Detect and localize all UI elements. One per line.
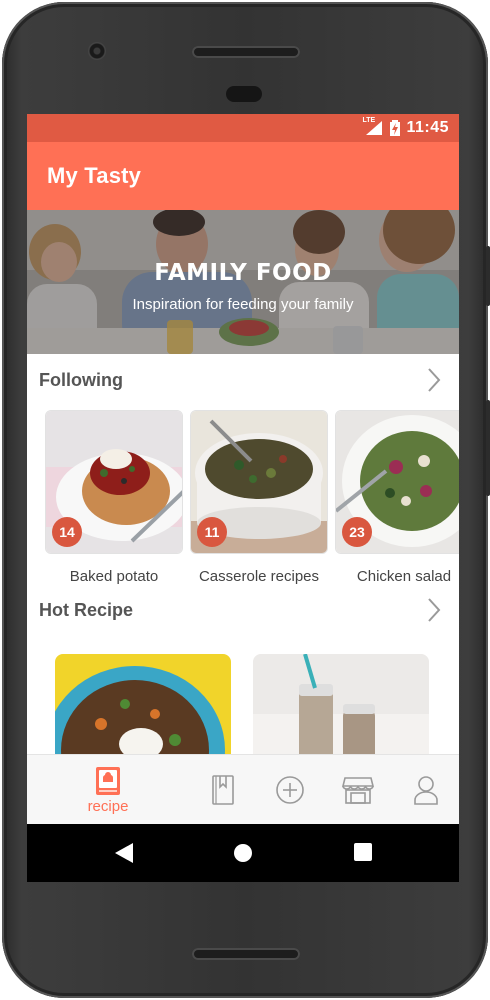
hot-recipe-carousel[interactable] xyxy=(27,650,459,758)
proximity-sensor xyxy=(226,86,262,102)
battery-charging-icon xyxy=(390,120,401,136)
soup-image xyxy=(55,654,231,758)
status-time: 11:45 xyxy=(406,119,449,136)
bottom-speaker xyxy=(192,948,300,960)
hot-recipe-title: Hot Recipe xyxy=(39,599,134,620)
app-title: My Tasty xyxy=(47,163,142,188)
nav-bookmarks[interactable] xyxy=(207,755,239,825)
following-card[interactable]: 14 Baked potato xyxy=(45,410,183,585)
recipe-count-badge: 11 xyxy=(197,517,227,547)
chicken-salad-image: 23 xyxy=(335,410,459,554)
power-button xyxy=(486,400,490,496)
following-card[interactable]: 23 Chicken salad xyxy=(335,410,459,585)
card-label: Baked potato xyxy=(69,568,159,585)
following-header[interactable]: Following xyxy=(27,358,459,402)
casserole-image: 11 xyxy=(190,410,328,554)
card-label: Casserole recipes xyxy=(198,568,320,585)
bookmark-icon xyxy=(212,775,234,805)
front-camera xyxy=(88,42,106,60)
following-carousel[interactable]: 14 Baked potato 11 Casserole recipes 23 … xyxy=(45,410,459,590)
smoothie-image xyxy=(253,654,429,758)
back-icon[interactable] xyxy=(115,843,133,868)
baked-potato-image: 14 xyxy=(45,410,183,554)
family-food-banner[interactable]: FAMILY FOOD Inspiration for feeding your… xyxy=(27,210,459,354)
screen: LTE 11:45 My Tasty FAMILY FOOD Inspirati… xyxy=(27,114,459,882)
following-card[interactable]: 11 Casserole recipes xyxy=(190,410,328,585)
status-bar: LTE 11:45 xyxy=(27,114,459,142)
earpiece-speaker xyxy=(192,46,300,58)
home-icon[interactable] xyxy=(233,843,253,868)
hot-recipe-card[interactable] xyxy=(55,654,231,758)
chevron-right-icon[interactable] xyxy=(427,597,441,623)
app-bar: My Tasty xyxy=(27,142,459,210)
nav-add[interactable] xyxy=(274,755,306,825)
lte-signal-icon: LTE xyxy=(362,117,384,136)
plus-circle-icon xyxy=(276,776,304,804)
bottom-navigation: recipe xyxy=(27,754,459,824)
profile-icon xyxy=(414,776,438,805)
banner-subtitle: Inspiration for feeding your family xyxy=(132,296,354,313)
recents-icon[interactable] xyxy=(354,843,372,866)
chevron-right-icon[interactable] xyxy=(427,367,441,393)
nav-recipe[interactable]: recipe xyxy=(77,755,139,825)
nav-store[interactable] xyxy=(341,755,375,825)
recipe-count-badge: 23 xyxy=(342,517,372,547)
system-navigation-bar xyxy=(27,824,459,882)
store-icon xyxy=(342,777,374,804)
nav-profile[interactable] xyxy=(411,755,441,825)
hot-recipe-card[interactable] xyxy=(253,654,429,758)
banner-title: FAMILY FOOD xyxy=(154,260,332,286)
hot-recipe-header[interactable]: Hot Recipe xyxy=(27,588,459,632)
following-title: Following xyxy=(39,369,123,390)
recipe-count-badge: 14 xyxy=(52,517,82,547)
recipe-book-icon xyxy=(96,766,120,795)
card-label: Chicken salad xyxy=(356,568,452,585)
nav-recipe-label: recipe xyxy=(87,797,129,815)
volume-button xyxy=(486,246,490,306)
